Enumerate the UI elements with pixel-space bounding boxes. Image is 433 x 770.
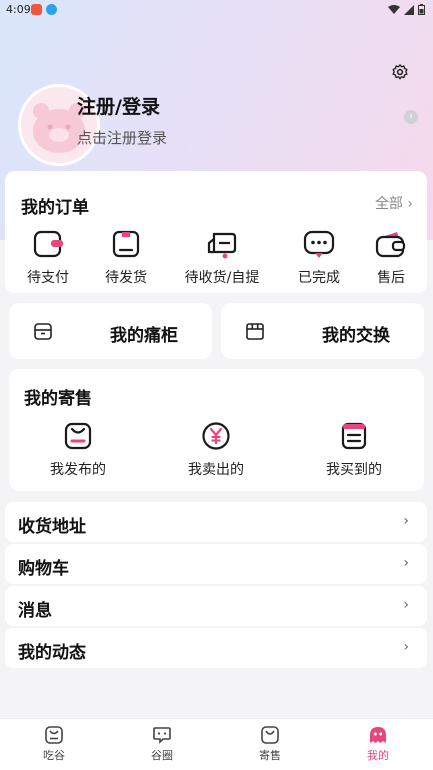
chevron-right-icon: › <box>403 597 409 613</box>
consign-tab-icon <box>261 726 279 744</box>
consign-item-bought[interactable]: 我买到的 <box>314 421 394 479</box>
order-item-label: 待收货/自提 <box>184 270 260 286</box>
truck-icon <box>207 232 237 259</box>
order-item-after-sales[interactable]: 售后 <box>367 229 415 287</box>
shortcut-my-cabinet[interactable]: 我的痛柜 <box>9 303 212 359</box>
consign-item-label: 我发布的 <box>50 462 106 478</box>
tab-chigu[interactable]: 吃谷 <box>24 725 84 763</box>
order-item-label: 待发货 <box>105 270 147 286</box>
order-item-label: 待支付 <box>27 270 69 286</box>
cabinet-icon <box>34 323 52 340</box>
wallet-icon <box>375 232 406 258</box>
tab-guquan[interactable]: 谷圈 <box>132 725 192 763</box>
notification-download-icon <box>46 4 57 15</box>
order-item-label: 已完成 <box>298 270 340 286</box>
menu-item-label: 购物车 <box>18 559 69 579</box>
consign-item-label: 我卖出的 <box>188 462 244 478</box>
tab-jishou[interactable]: 寄售 <box>240 725 300 763</box>
shortcut-my-exchange[interactable]: 我的交换 <box>221 303 424 359</box>
order-item-pending-receipt[interactable]: 待收货/自提 <box>175 229 269 287</box>
wifi-icon <box>388 4 400 14</box>
tab-label: 寄售 <box>259 749 281 762</box>
chevron-right-icon: › <box>403 513 409 529</box>
box-icon <box>112 230 140 258</box>
settings-gear-icon[interactable] <box>391 63 409 81</box>
shortcut-label: 我的痛柜 <box>110 326 178 346</box>
signal-icon <box>404 4 414 15</box>
chevron-right-icon: › <box>403 555 409 571</box>
menu-item-shipping-address[interactable]: 收货地址 › <box>5 502 427 542</box>
status-bar: 4:09 <box>0 0 433 18</box>
login-title[interactable]: 注册/登录 <box>77 92 160 119</box>
bottom-tab-bar: 吃谷 谷圈 寄售 我的 <box>0 718 433 770</box>
consign-item-published[interactable]: 我发布的 <box>38 421 118 479</box>
consign-title: 我的寄售 <box>24 389 92 409</box>
consign-card: 我的寄售 我发布的 我卖出的 我买到的 <box>9 369 424 491</box>
menu-item-label: 收货地址 <box>18 517 86 537</box>
tab-wode[interactable]: 我的 <box>348 725 408 763</box>
login-subtitle[interactable]: 点击注册登录 <box>77 127 167 148</box>
notification-app-icon <box>31 4 42 15</box>
menu-item-label: 我的动态 <box>18 643 86 663</box>
bag-icon <box>64 422 92 450</box>
store-icon <box>246 323 264 340</box>
chat-tab-icon <box>153 727 171 744</box>
order-item-pending-shipment[interactable]: 待发货 <box>97 229 155 287</box>
order-item-completed[interactable]: 已完成 <box>290 229 348 287</box>
orders-all-link[interactable]: 全部 › <box>375 193 413 213</box>
yen-icon <box>202 422 230 450</box>
order-item-pending-payment[interactable]: 待支付 <box>19 229 77 287</box>
chevron-right-icon: › <box>403 639 409 655</box>
login-arrow-icon[interactable]: › <box>404 110 418 124</box>
menu-item-shopping-cart[interactable]: 购物车 › <box>5 544 427 584</box>
tab-label: 谷圈 <box>151 749 173 762</box>
consign-item-sold[interactable]: 我卖出的 <box>176 421 256 479</box>
chat-done-icon <box>303 230 335 258</box>
menu-item-my-posts[interactable]: 我的动态 › <box>5 628 427 668</box>
menu-item-messages[interactable]: 消息 › <box>5 586 427 626</box>
status-time: 4:09 <box>6 3 31 16</box>
profile-tab-icon <box>370 727 386 743</box>
tab-label: 吃谷 <box>43 749 65 762</box>
receipt-icon <box>341 422 367 450</box>
shortcut-label: 我的交换 <box>322 326 390 346</box>
order-item-label: 售后 <box>377 270 405 286</box>
orders-all-label: 全部 <box>374 196 403 212</box>
battery-icon <box>418 4 425 15</box>
menu-item-label: 消息 <box>18 601 52 621</box>
wallet-pending-icon <box>33 230 63 258</box>
tab-label: 我的 <box>367 749 389 762</box>
consign-item-label: 我买到的 <box>326 462 382 478</box>
bag-tab-icon <box>45 726 63 744</box>
orders-card: 我的订单 全部 › 待支付 待发货 待收货/自提 已完成 售后 <box>5 171 427 293</box>
orders-title: 我的订单 <box>21 198 89 218</box>
